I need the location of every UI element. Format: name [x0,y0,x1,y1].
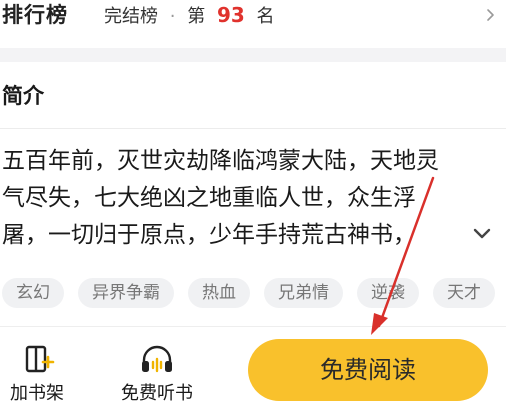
add-to-shelf-button[interactable]: 加书架 [0,343,82,407]
free-listen-label: 免费听书 [121,383,193,404]
tag-chip[interactable]: 天才 [433,278,495,308]
ranking-row[interactable]: 排行榜 完结榜 · 第 93 名 [0,0,506,32]
book-description[interactable]: 五百年前，灭世灾劫降临鸿蒙大陆，天地灵 气尽失，七大绝凶之地重临人世，众生浮 屠… [2,143,482,254]
description-line: 气尽失，七大绝凶之地重临人世，众生浮 [2,185,416,211]
ranking-info: 完结榜 · 第 93 名 [104,0,275,32]
tag-chip[interactable]: 热血 [188,278,250,308]
ranking-prefix: 第 [187,6,206,27]
section-divider [0,48,506,62]
add-to-shelf-icon [25,345,55,373]
free-read-button[interactable]: 免费阅读 [248,339,488,401]
ranking-title: 排行榜 [2,3,68,27]
tag-chip[interactable]: 异界争霸 [78,278,174,308]
bottom-action-bar: 加书架 免费听书 免费阅读 [0,326,506,412]
free-listen-button[interactable]: 免费听书 [112,343,202,407]
ranking-suffix: 名 [256,6,275,27]
chevron-right-icon[interactable] [484,4,498,26]
tag-chip[interactable]: 玄幻 [2,278,64,308]
chevron-down-icon[interactable] [472,226,492,242]
intro-divider [0,128,506,129]
description-line: 屠，一切归于原点，少年手持荒古神书， [2,222,416,248]
tag-chip[interactable]: 兄弟情 [264,278,343,308]
intro-title: 简介 [2,84,44,108]
description-line: 五百年前，灭世灾劫降临鸿蒙大陆，天地灵 [2,148,439,174]
ranking-separator: · [169,6,176,27]
tag-list: 玄幻 异界争霸 热血 兄弟情 逆袭 天才 [2,278,495,308]
ranking-category: 完结榜 [104,6,158,27]
headphones-icon [142,345,172,373]
ranking-number: 93 [216,3,245,27]
tag-chip[interactable]: 逆袭 [357,278,419,308]
add-to-shelf-label: 加书架 [10,383,64,404]
